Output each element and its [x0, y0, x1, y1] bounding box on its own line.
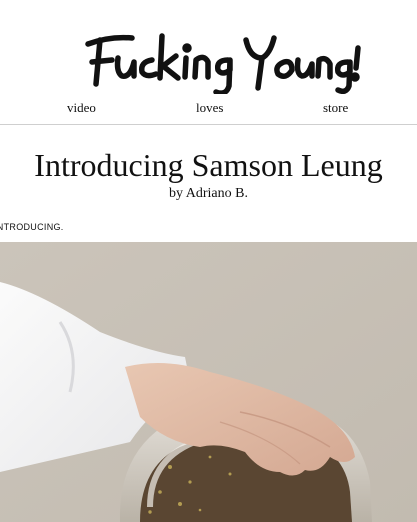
- main-nav: video loves store: [0, 100, 417, 122]
- category-breadcrumb[interactable]: INTRODUCING.: [0, 222, 64, 232]
- hero-image: [0, 242, 417, 522]
- site-logo[interactable]: [0, 22, 417, 94]
- article-title: Introducing Samson Leung: [34, 147, 383, 183]
- nav-item-video[interactable]: video: [67, 100, 96, 116]
- nav-item-store[interactable]: store: [323, 100, 348, 116]
- nav-item-loves[interactable]: loves: [196, 100, 223, 116]
- header-divider: [0, 124, 417, 125]
- article-byline[interactable]: by Adriano B.: [0, 186, 417, 202]
